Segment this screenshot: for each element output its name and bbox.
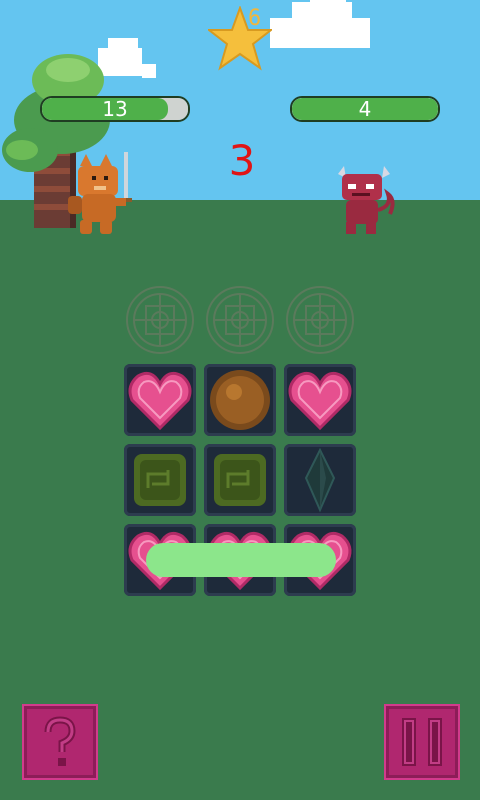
help-button[interactable] (22, 704, 98, 780)
leaf-icon (134, 454, 186, 506)
player-hp-bar: 13 (40, 96, 190, 122)
pause-icon (402, 718, 442, 766)
target-slot (124, 284, 196, 356)
enemy-hp-value: 4 (358, 97, 372, 121)
player-hp-value: 13 (102, 97, 128, 121)
question-mark-icon (44, 716, 76, 766)
pause-button[interactable] (384, 704, 460, 780)
star-count: 6 (248, 6, 262, 31)
grid-tile-crystal[interactable] (284, 444, 356, 516)
cloud (270, 18, 370, 48)
rune-icon (286, 286, 354, 354)
crystal-icon (304, 447, 336, 513)
player-cat (64, 148, 140, 240)
heart-icon (128, 371, 192, 431)
rune-icon (126, 286, 194, 354)
grid-tile-leaf[interactable] (124, 444, 196, 516)
leaf-icon (214, 454, 266, 506)
enemy-hp-bar: 4 (290, 96, 440, 122)
grid-tile-heart[interactable] (284, 364, 356, 436)
progress-overlay-bar (146, 543, 336, 577)
orb-icon (210, 370, 270, 430)
rune-icon (206, 286, 274, 354)
grid-tile-heart[interactable] (124, 364, 196, 436)
cloud (108, 38, 138, 50)
star-icon (206, 5, 274, 72)
target-slot (204, 284, 276, 356)
heart-icon (288, 371, 352, 431)
grid-tile-leaf[interactable] (204, 444, 276, 516)
countdown-timer: 3 (228, 136, 256, 185)
enemy-devil (332, 166, 396, 238)
cloud (142, 64, 156, 78)
grid-tile-orb[interactable] (204, 364, 276, 436)
target-slot (284, 284, 356, 356)
cloud (310, 0, 346, 8)
